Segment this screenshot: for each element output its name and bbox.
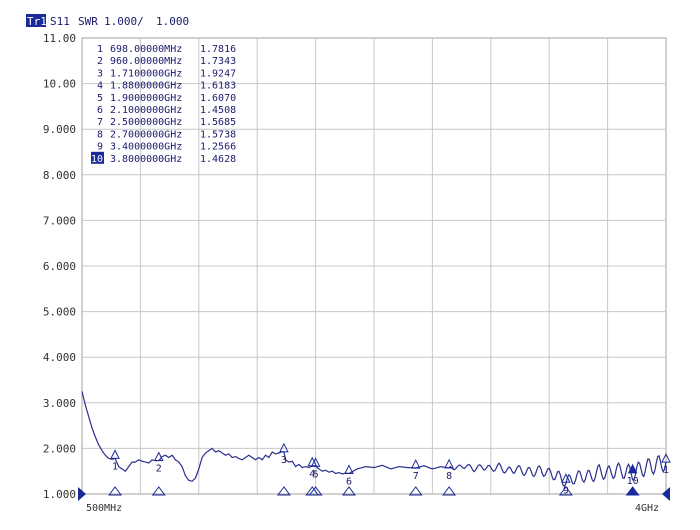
- marker-freq: 2.7000000GHz: [110, 129, 182, 140]
- marker-value: 1.4508: [200, 105, 236, 116]
- vna-display: Tr1 S11 SWR 1.000/ 1.000 11.00 10.00 9.000…: [26, 14, 671, 514]
- marker-table-row[interactable]: 3 1.7100000GHz 1.9247: [97, 68, 236, 79]
- marker-label: 5: [313, 469, 319, 480]
- marker-num: 7: [97, 117, 103, 128]
- y-tick-label: 7.000: [43, 214, 76, 227]
- marker-label: 2: [156, 464, 162, 475]
- marker-freq: 2.1000000GHz: [110, 105, 182, 116]
- marker-freq: 960.00000MHz: [110, 56, 182, 67]
- marker-table-row[interactable]: 7 2.5000000GHz 1.5685: [97, 117, 236, 128]
- format-label[interactable]: SWR: [78, 15, 98, 28]
- y-tick-label: 8.000: [43, 169, 76, 182]
- trace-header: Tr1 S11 SWR 1.000/ 1.000: [26, 14, 189, 28]
- marker-num: 5: [97, 93, 103, 104]
- marker-num: 2: [97, 56, 103, 67]
- marker-table-row[interactable]: 6 2.1000000GHz 1.4508: [97, 105, 236, 116]
- y-tick-label: 2.000: [43, 442, 76, 455]
- marker-label: 10: [627, 476, 639, 487]
- marker-num: 8: [97, 129, 103, 140]
- marker-value: 1.9247: [200, 68, 236, 79]
- marker-table-row[interactable]: 1 698.00000MHz 1.7816: [97, 44, 236, 55]
- marker-label: 8: [446, 471, 452, 482]
- x-stop-label: 4GHz: [635, 503, 659, 514]
- y-tick-label: 3.000: [43, 397, 76, 410]
- marker-num: 9: [97, 142, 103, 153]
- marker-num: 1: [97, 44, 103, 55]
- marker-num: 10: [91, 154, 103, 165]
- marker-table-row[interactable]: 2 960.00000MHz 1.7343: [97, 56, 236, 67]
- marker-freq: 3.4000000GHz: [110, 142, 182, 153]
- marker-table-row[interactable]: 8 2.7000000GHz 1.5738: [97, 129, 236, 140]
- y-tick-label: 9.000: [43, 123, 76, 136]
- parameter-label[interactable]: S11: [50, 15, 70, 28]
- trace-tag[interactable]: Tr1: [27, 15, 47, 28]
- y-axis-ticks: 11.00 10.00 9.000 8.000 7.000 6.000 5.000 4.000…: [43, 32, 76, 501]
- y-tick-label: 11.00: [43, 32, 76, 45]
- y-tick-label: 6.000: [43, 260, 76, 273]
- marker-label: 7: [413, 471, 419, 482]
- marker-value: 1.7816: [200, 44, 236, 55]
- marker-freq: 3.8000000GHz: [110, 154, 182, 165]
- marker-value: 1.5685: [200, 117, 236, 128]
- marker-value: 1.7343: [200, 56, 236, 67]
- marker-num: 3: [97, 68, 103, 79]
- marker-freq: 1.8800000GHz: [110, 81, 182, 92]
- x-start-label: 500MHz: [86, 503, 122, 514]
- marker-freq: 2.5000000GHz: [110, 117, 182, 128]
- y-tick-label: 5.000: [43, 306, 76, 319]
- reference-label[interactable]: 1.000: [156, 15, 189, 28]
- marker-value: 1.2566: [200, 142, 236, 153]
- marker-num: 6: [97, 105, 103, 116]
- marker-num: 4: [97, 81, 103, 92]
- marker-label: 3: [281, 455, 287, 466]
- marker-label: 6: [346, 476, 352, 487]
- marker-table-row[interactable]: 10 3.8000000GHz 1.4628: [91, 151, 236, 165]
- scale-label[interactable]: 1.000/: [104, 15, 144, 28]
- marker-table-row[interactable]: 4 1.8800000GHz 1.6183: [97, 81, 236, 92]
- marker-freq: 1.7100000GHz: [110, 68, 182, 79]
- marker-table-row[interactable]: 9 3.4000000GHz 1.2566: [97, 142, 236, 153]
- marker-value: 1.6070: [200, 93, 236, 104]
- y-tick-label: 10.00: [43, 78, 76, 91]
- marker-value: 1.4628: [200, 154, 236, 165]
- marker-table-row[interactable]: 5 1.9000000GHz 1.6070: [97, 93, 236, 104]
- marker-label: 1: [112, 461, 118, 472]
- y-tick-label: 1.000: [43, 488, 76, 501]
- y-tick-label: 4.000: [43, 351, 76, 364]
- marker-label: 1: [663, 465, 669, 476]
- marker-value: 1.5738: [200, 129, 236, 140]
- marker-value: 1.6183: [200, 81, 236, 92]
- marker-table: 1 698.00000MHz 1.78162 960.00000MHz 1.73433 1…: [91, 44, 236, 165]
- marker-freq: 1.9000000GHz: [110, 93, 182, 104]
- marker-freq: 698.00000MHz: [110, 44, 182, 55]
